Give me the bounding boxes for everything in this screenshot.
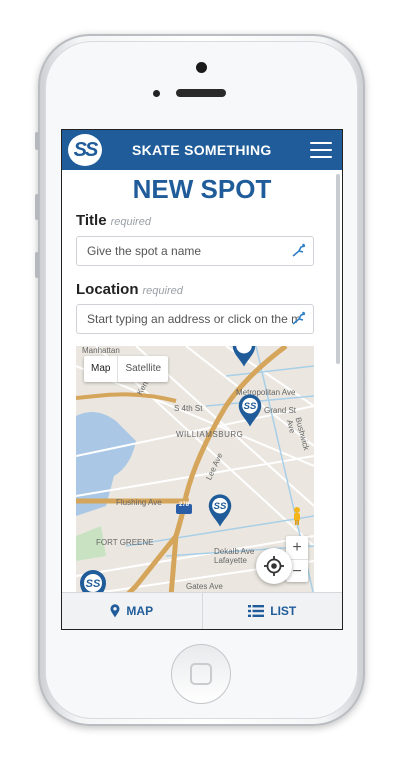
- svg-text:SS: SS: [214, 501, 227, 512]
- crosshair-icon: [264, 556, 284, 576]
- skater-icon: [292, 311, 306, 325]
- map-label-manhattan: Manhattan: [82, 346, 120, 355]
- map-label-278-shield: 278: [179, 502, 190, 508]
- location-required-hint: required: [142, 285, 183, 297]
- map-type-map-button[interactable]: Map: [84, 356, 117, 382]
- app-brand-title: SKATE SOMETHING: [132, 142, 272, 158]
- map-label-dekalb-ave: Dekalb Ave: [214, 547, 255, 556]
- tab-list-label: LIST: [270, 604, 297, 618]
- map-pin-icon: [110, 604, 120, 618]
- map-type-satellite-button[interactable]: Satellite: [117, 356, 168, 382]
- map-label-grand-st: Grand St: [264, 406, 297, 415]
- app-header: SS SKATE SOMETHING: [62, 130, 342, 170]
- tab-map-label: MAP: [126, 604, 154, 618]
- map-label-s-4th-st: S 4th St: [174, 404, 203, 413]
- list-icon: [248, 605, 265, 617]
- page-title: NEW SPOT: [132, 174, 272, 204]
- app-logo[interactable]: SS: [65, 131, 105, 169]
- app-screen: SS SKATE SOMETHING NEW SPOT Title require…: [61, 129, 343, 630]
- mute-switch: [35, 132, 39, 150]
- map-label-williamsburg: Williamsburg: [176, 430, 244, 439]
- volume-up-button: [35, 194, 39, 220]
- tab-list[interactable]: LIST: [201, 593, 343, 629]
- front-camera: [196, 62, 207, 73]
- title-label: Title required: [76, 212, 151, 229]
- hamburger-menu-icon[interactable]: [310, 142, 332, 158]
- svg-text:SS: SS: [86, 578, 101, 590]
- my-location-button[interactable]: [256, 548, 292, 584]
- spot-marker-icon[interactable]: SS: [207, 492, 233, 528]
- spot-marker-icon[interactable]: [231, 346, 257, 368]
- title-required-hint: required: [110, 216, 151, 228]
- tab-map[interactable]: MAP: [62, 593, 202, 629]
- title-input-placeholder: Give the spot a name: [87, 244, 202, 258]
- proximity-sensor: [153, 90, 160, 97]
- skater-icon: [292, 243, 306, 257]
- volume-down-button: [35, 252, 39, 278]
- location-input[interactable]: Start typing an address or click on the …: [76, 304, 314, 334]
- svg-text:SS: SS: [244, 401, 257, 412]
- location-input-placeholder: Start typing an address or click on the …: [87, 312, 299, 326]
- home-button[interactable]: [171, 644, 231, 704]
- map-label-fort-greene: Fort Greene: [96, 538, 154, 547]
- title-label-text: Title: [76, 212, 107, 229]
- earpiece-speaker: [176, 89, 226, 97]
- location-label: Location required: [76, 281, 183, 298]
- location-label-text: Location: [76, 281, 139, 298]
- map-label-lafayette: Lafayette: [214, 556, 247, 565]
- title-input[interactable]: Give the spot a name: [76, 236, 314, 266]
- map-type-control: Map Satellite: [84, 356, 169, 382]
- spot-marker-icon[interactable]: SS: [237, 392, 263, 428]
- bottom-tab-bar: MAP LIST: [62, 592, 342, 629]
- map-label-flushing-ave: Flushing Ave: [116, 498, 162, 507]
- map-view[interactable]: Manhattan Metropolitan Ave Grand St S 4t…: [76, 346, 314, 596]
- street-view-pegman-icon[interactable]: [290, 506, 304, 526]
- map-label-gates-ave: Gates Ave: [186, 582, 223, 591]
